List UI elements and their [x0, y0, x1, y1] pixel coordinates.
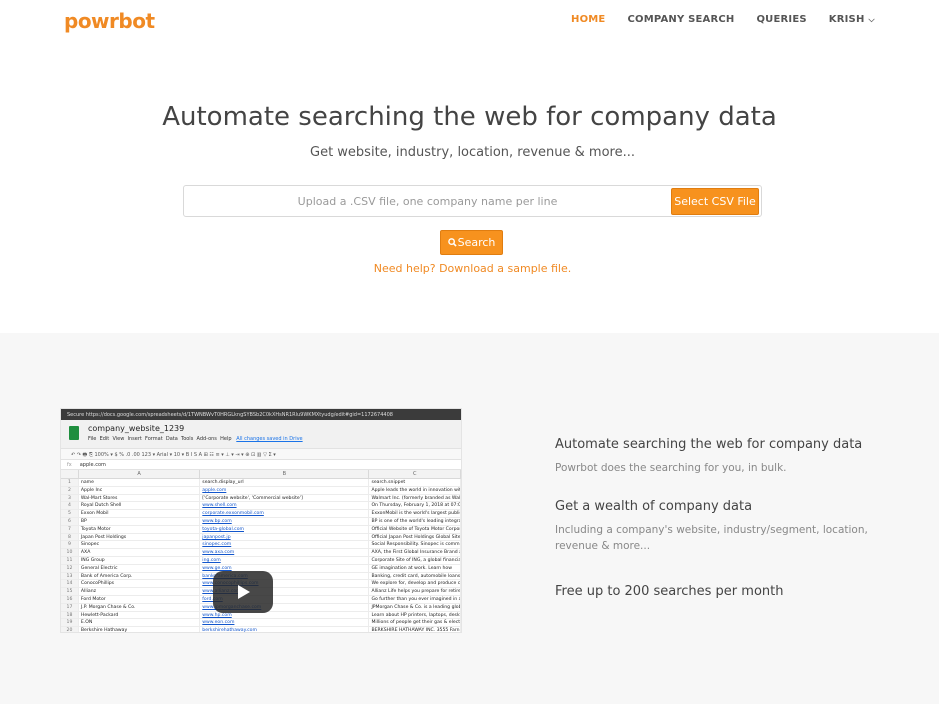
csv-upload-field[interactable]: Upload a .CSV file, one company name per…: [183, 185, 762, 217]
feature-desc: Powrbot does the searching for you, in b…: [555, 462, 787, 474]
main-nav: HOME COMPANY SEARCH QUERIES KRISH ⌵: [571, 14, 897, 25]
video-doc-toolbar: ↶ ↷ 🖶 ⎘ 100% ▾ $ % .0 .00 123 ▾ Arial ▾ …: [61, 448, 461, 460]
download-sample-link[interactable]: Need help? Download a sample file.: [0, 262, 939, 275]
video-doc-header: company_website_1239 File Edit View Inse…: [61, 420, 461, 448]
video-row: 5 Exxon Mobil corporate.exxonmobil.com Exxo…: [61, 510, 461, 518]
select-csv-button[interactable]: Select CSV File: [671, 188, 759, 215]
video-row: 9 Sinopec sinopec.com Social Responsibility…: [61, 541, 461, 550]
play-icon: [238, 585, 250, 599]
feature-title: Automate searching the web for company d…: [555, 437, 863, 452]
hero-section: Automate searching the web for company d…: [0, 46, 939, 333]
video-row: 4 Royal Dutch Shell www.shell.com On Thursd…: [61, 502, 461, 511]
chevron-down-icon: ⌵: [868, 15, 875, 24]
feature-desc: Including a company's website, industry/…: [555, 524, 868, 552]
navbar: powrbot HOME COMPANY SEARCH QUERIES KRIS…: [0, 0, 939, 46]
feature-automate: Automate searching the web for company d…: [555, 437, 895, 476]
video-column-headers: A B C: [61, 470, 461, 479]
video-browser-bar: Secure https://docs.google.com/spreadshe…: [61, 409, 461, 420]
nav-home[interactable]: HOME: [571, 14, 605, 25]
hero-title: Automate searching the web for company d…: [162, 102, 777, 132]
nav-company-search[interactable]: COMPANY SEARCH: [627, 14, 734, 25]
play-button[interactable]: [213, 571, 273, 613]
powrbot-logo[interactable]: powrbot: [64, 9, 155, 33]
video-row: 6 BP www.bp.com BP is one of the world's le…: [61, 517, 461, 526]
user-name: KRISH: [828, 14, 865, 25]
feature-title: Free up to 200 searches per month: [555, 584, 784, 599]
search-icon: [447, 238, 457, 247]
features-section: Secure https://docs.google.com/spreadshe…: [0, 333, 939, 704]
feature-title: Get a wealth of company data: [555, 499, 753, 514]
video-doc-menu: File Edit View Insert Format Data Tools …: [88, 436, 303, 442]
video-formula-bar: fx apple.com: [61, 460, 461, 470]
nav-user-menu[interactable]: KRISH ⌵: [829, 14, 875, 25]
video-spreadsheet: A B C 1 name search.display_url search.snip…: [61, 470, 461, 632]
video-row: 20 Berkshire Hathaway berkshirehathaway.co…: [61, 627, 461, 632]
hero-subtitle: Get website, industry, location, revenue…: [310, 145, 635, 160]
video-doc-title: company_website_1239: [88, 424, 185, 433]
video-row: 10 AXA www.axa.com AXA, the First Global In…: [61, 549, 461, 557]
sheets-icon: [69, 426, 79, 440]
nav-queries[interactable]: QUERIES: [756, 14, 806, 25]
video-row: 1 name search.display_url search.snippet: [61, 479, 461, 487]
search-button[interactable]: Search: [440, 230, 503, 255]
video-row: 11 ING Group ing.com Corporate Site of ING,…: [61, 556, 461, 565]
demo-video[interactable]: Secure https://docs.google.com/spreadshe…: [60, 408, 462, 633]
video-row: 19 E.ON www.eon.com Millions of people get …: [61, 619, 461, 628]
video-row: 8 Japan Post Holdings japanpost.jp Official…: [61, 533, 461, 542]
video-row: 3 Wal-Mart Stores ['Corporate website', 'C…: [61, 494, 461, 503]
feature-free: Free up to 200 searches per month: [555, 584, 783, 599]
video-row: 7 Toyota Motor toyota-global.com Official W…: [61, 525, 461, 534]
upload-placeholder: Upload a .CSV file, one company name per…: [297, 195, 558, 208]
feature-wealth: Get a wealth of company data Including a…: [555, 499, 895, 554]
video-row: 2 Apple Inc apple.com Apple leads the world…: [61, 486, 461, 495]
search-button-label: Search: [457, 236, 496, 249]
